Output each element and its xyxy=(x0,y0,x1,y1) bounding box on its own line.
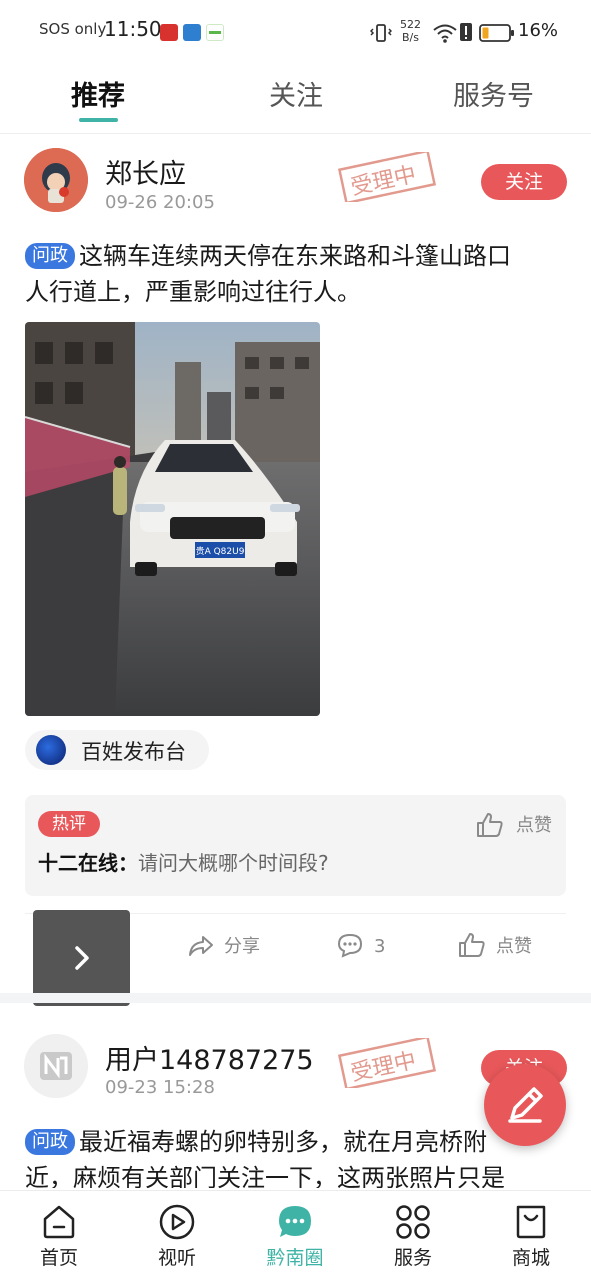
source-chip[interactable]: 百姓发布台 xyxy=(25,730,209,770)
comment-icon xyxy=(337,933,363,958)
status-stamp: 受理中 xyxy=(338,1038,436,1088)
hot-comment[interactable]: 热评 点赞 十二在线：请问大概哪个时间段? xyxy=(25,795,566,896)
compose-post-button[interactable] xyxy=(484,1064,566,1146)
alert-icon xyxy=(460,23,472,41)
author-name[interactable]: 郑长应 xyxy=(105,152,186,191)
category-tag: 问政 xyxy=(25,243,75,269)
post-time: 09-26 20:05 xyxy=(105,192,215,213)
app-notification-icon xyxy=(183,24,201,41)
nav-video[interactable]: 视听 xyxy=(118,1191,236,1281)
chat-bubble-icon xyxy=(279,1206,311,1237)
battery-percent: 16% xyxy=(518,20,559,41)
home-icon xyxy=(43,1205,75,1239)
grid-icon xyxy=(396,1205,430,1239)
follow-button[interactable]: 关注 xyxy=(481,164,567,200)
post-photo[interactable]: 贵A Q82U9 xyxy=(25,322,320,716)
app-notification-icon xyxy=(206,24,224,41)
post-time: 09-23 15:28 xyxy=(105,1077,215,1098)
source-name: 百姓发布台 xyxy=(81,740,186,764)
pencil-icon xyxy=(508,1087,543,1123)
nav-services[interactable]: 服务 xyxy=(354,1191,472,1281)
share-button[interactable]: 分享 xyxy=(188,932,260,958)
net-speed: 522 B/s xyxy=(400,18,421,44)
source-logo-icon xyxy=(36,735,66,765)
status-bar: SOS only 11:50 522 B/s 16% xyxy=(0,0,591,62)
share-icon xyxy=(189,936,213,956)
comment-like-button[interactable]: 点赞 xyxy=(476,811,552,838)
tab-recommend[interactable]: 推荐 xyxy=(71,74,125,113)
avatar[interactable] xyxy=(24,148,88,212)
clock: 11:50 xyxy=(104,17,162,41)
comment-text: 十二在线：请问大概哪个时间段? xyxy=(38,851,329,875)
battery-icon xyxy=(479,24,514,42)
nav-home[interactable]: 首页 xyxy=(0,1191,118,1281)
svg-text:贵A Q82U9: 贵A Q82U9 xyxy=(196,545,245,557)
author-name[interactable]: 用户148787275 xyxy=(105,1038,314,1077)
active-tab-indicator xyxy=(79,118,118,122)
vibrate-icon xyxy=(370,24,392,42)
carrier-text: SOS only xyxy=(39,20,107,38)
play-icon xyxy=(159,1204,195,1240)
comment-user: 十二在线： xyxy=(38,851,138,875)
nav-mall[interactable]: 商城 xyxy=(472,1191,590,1281)
thumbs-up-icon xyxy=(477,813,503,837)
bottom-nav: 首页 视听 黔南圈 服务 商城 xyxy=(0,1190,591,1280)
comment-button[interactable]: 3 xyxy=(336,932,385,958)
like-button[interactable]: 点赞 xyxy=(458,932,532,958)
chevron-right-icon xyxy=(75,946,89,970)
shopping-bag-icon xyxy=(516,1205,546,1239)
thumbs-up-icon xyxy=(459,933,485,957)
expand-button[interactable] xyxy=(33,910,130,1006)
top-tabs: 推荐 关注 服务号 xyxy=(0,62,591,134)
avatar[interactable] xyxy=(24,1034,88,1098)
post-content[interactable]: 问政 这辆车连续两天停在东来路和斗篷山路口 人行道上，严重影响过往行人。 xyxy=(25,238,570,310)
feed-divider xyxy=(0,993,591,1003)
tab-service-accounts[interactable]: 服务号 xyxy=(453,74,534,113)
app-notification-icon xyxy=(160,24,178,41)
wifi-icon xyxy=(433,24,457,43)
category-tag: 问政 xyxy=(25,1129,75,1155)
tab-following[interactable]: 关注 xyxy=(269,74,323,113)
nav-community[interactable]: 黔南圈 xyxy=(236,1191,354,1281)
status-stamp: 受理中 xyxy=(338,152,436,202)
hot-comment-tag: 热评 xyxy=(38,811,100,837)
